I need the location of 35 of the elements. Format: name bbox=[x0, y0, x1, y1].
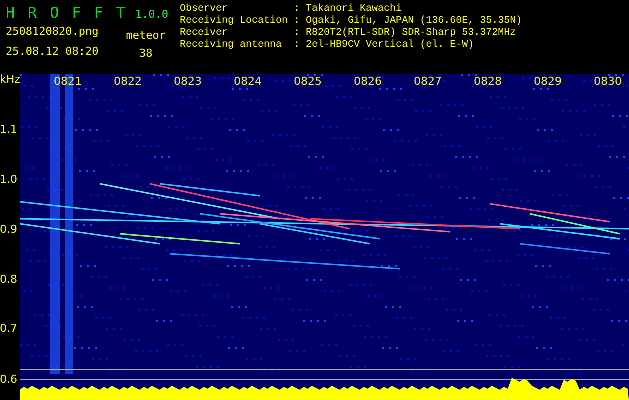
info-label: Observer bbox=[180, 4, 230, 16]
axis-label: 0.9 bbox=[0, 224, 18, 236]
meteor-count: 38 bbox=[140, 48, 153, 60]
axis-unit: kHz bbox=[0, 74, 20, 86]
time-label: 0823 bbox=[174, 75, 202, 88]
info-value: 2el-HB9CV Vertical (el. E-W) bbox=[306, 40, 476, 52]
time-label: 0824 bbox=[234, 75, 262, 88]
info-value: R820T2(RTL-SDR) SDR-Sharp 53.372MHz bbox=[306, 28, 518, 40]
info-value: Takanori Kawachi bbox=[306, 4, 404, 16]
version-label: 1.0.0 bbox=[135, 8, 168, 21]
datetime-label: 25.08.12 08:20 bbox=[6, 46, 99, 58]
time-label: 0826 bbox=[354, 75, 382, 88]
meteor-label: meteor bbox=[126, 30, 166, 42]
time-label: 0828 bbox=[474, 75, 502, 88]
time-label: 0830 bbox=[594, 75, 622, 88]
app-title: H R O F F T bbox=[6, 4, 128, 22]
time-label: 0827 bbox=[414, 75, 442, 88]
info-separator: : bbox=[294, 40, 300, 52]
time-label: 0825 bbox=[294, 75, 322, 88]
info-separator: : bbox=[294, 16, 300, 28]
time-label: 0829 bbox=[534, 75, 562, 88]
time-label: 0821 bbox=[54, 75, 82, 88]
axis-label: 0.7 bbox=[0, 323, 18, 335]
axis-label: 1.1 bbox=[0, 124, 18, 136]
time-label: 0822 bbox=[114, 75, 142, 88]
axis-label: 0.6 bbox=[0, 374, 18, 386]
info-label: Receiving antenna bbox=[180, 40, 284, 52]
info-value: Ogaki, Gifu, JAPAN (136.60E, 35.35N) bbox=[306, 16, 522, 28]
info-separator: : bbox=[294, 28, 300, 40]
info-separator: : bbox=[294, 4, 300, 16]
info-label: Receiving Location bbox=[180, 16, 288, 28]
axis-label: 1.0 bbox=[0, 174, 18, 186]
filename-label: 2508120820.png bbox=[6, 26, 99, 38]
axis-label: 0.8 bbox=[0, 274, 18, 286]
info-label: Receiver bbox=[180, 28, 230, 40]
